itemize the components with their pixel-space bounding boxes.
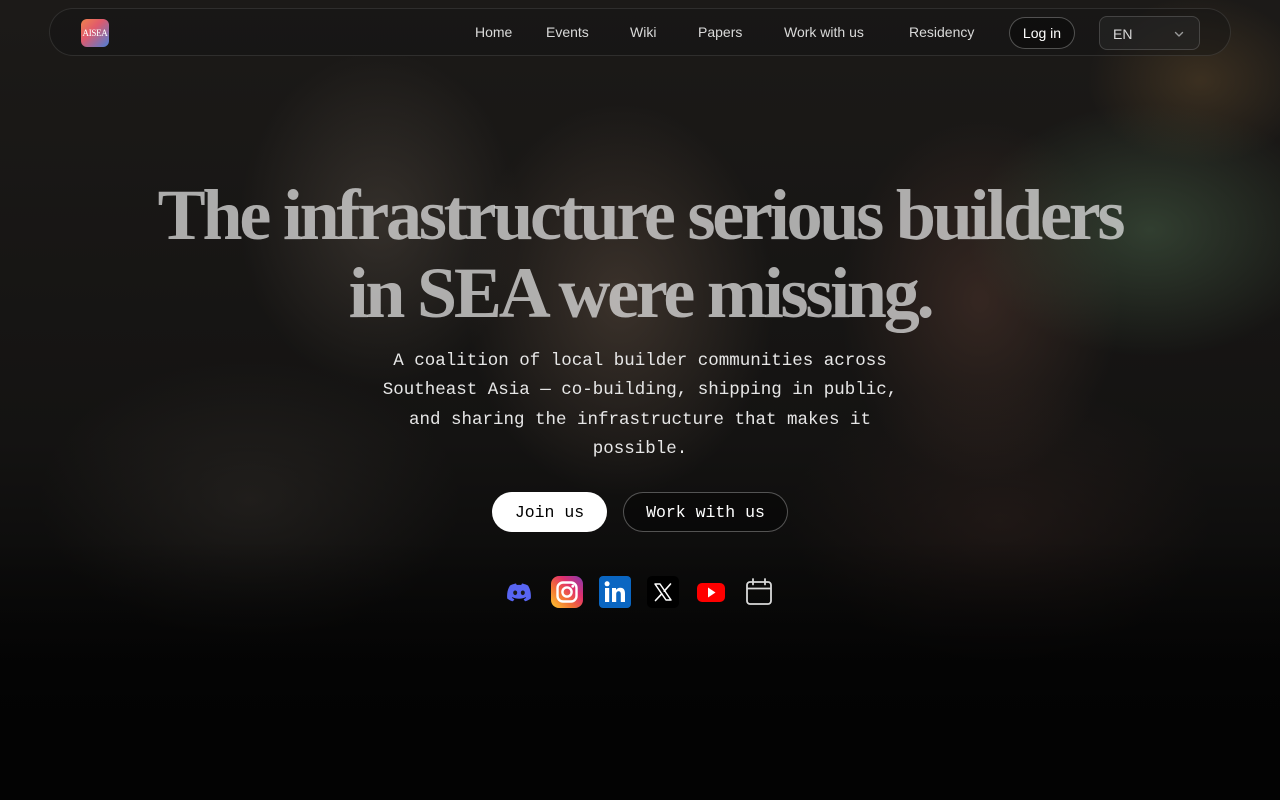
nav-link-events[interactable]: Events: [546, 24, 589, 40]
linkedin-icon: [599, 576, 631, 608]
nav-link-residency[interactable]: Residency: [909, 24, 974, 40]
hero-title: The infrastructure serious builders in S…: [157, 175, 1126, 333]
language-value: EN: [1113, 26, 1133, 42]
discord-icon: [507, 583, 531, 602]
discord-link[interactable]: [502, 575, 536, 609]
x-icon: [647, 576, 679, 608]
instagram-icon: [551, 576, 583, 608]
calendar-link[interactable]: [742, 575, 776, 609]
nav-link-papers[interactable]: Papers: [698, 24, 742, 40]
join-us-button[interactable]: Join us: [492, 492, 607, 532]
instagram-link[interactable]: [550, 575, 584, 609]
nav-link-wiki[interactable]: Wiki: [630, 24, 656, 40]
top-navbar: AISEA Home Events Wiki Papers Work with …: [49, 8, 1231, 56]
login-button[interactable]: Log in: [1009, 17, 1075, 49]
hero-subtitle: A coalition of local builder communities…: [382, 351, 898, 459]
chevron-down-icon: [1174, 31, 1184, 37]
youtube-icon: [697, 583, 725, 602]
calendar-icon: [746, 578, 772, 605]
nav-link-work-with-us[interactable]: Work with us: [784, 24, 864, 40]
work-with-us-button[interactable]: Work with us: [623, 492, 788, 532]
linkedin-link[interactable]: [598, 575, 632, 609]
language-select[interactable]: EN: [1099, 16, 1200, 50]
x-link[interactable]: [646, 575, 680, 609]
youtube-link[interactable]: [694, 575, 728, 609]
nav-link-home[interactable]: Home: [475, 24, 512, 40]
